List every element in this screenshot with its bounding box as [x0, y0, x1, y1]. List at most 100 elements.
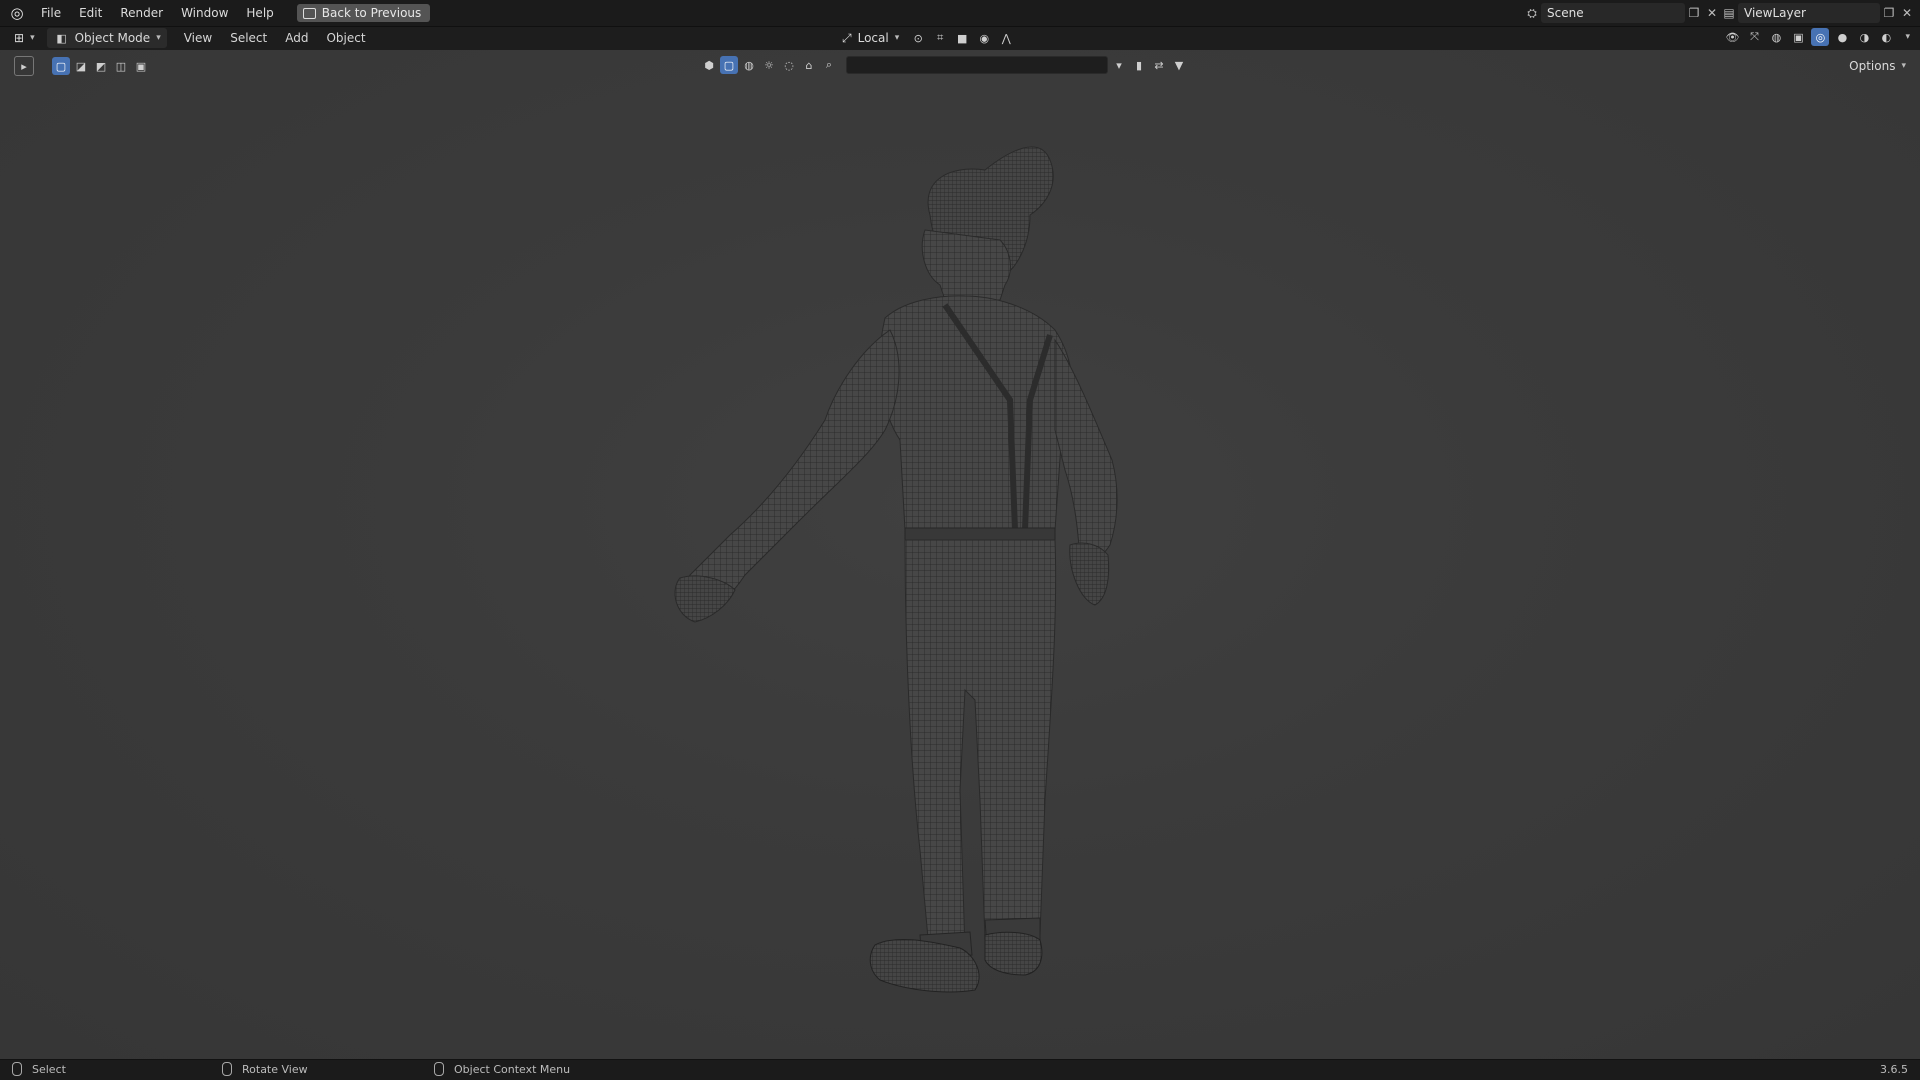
middle-mouse-icon [222, 1062, 232, 1076]
transform-controls: ⤢ Local ▾ ⊙ ⌗ ■ ◉ ⋀ [836, 28, 1015, 48]
solid-shading-icon[interactable]: ● [1833, 28, 1851, 46]
xray-icon[interactable]: ▣ [1789, 28, 1807, 46]
object-mode-label: Object Mode [74, 31, 151, 45]
options-label: Options [1849, 59, 1896, 73]
selection-mode-group: ▢ ◪ ◩ ◫ ▣ [52, 57, 150, 75]
object-filter-icon[interactable]: ⬢ [700, 56, 718, 74]
torso-mesh [879, 295, 1073, 531]
select-tool-icon[interactable]: ▸ [14, 56, 34, 76]
viewlayer-selector: ▤ ViewLayer ❐ ✕ [1720, 3, 1916, 23]
back-icon [302, 7, 316, 19]
falloff-icon[interactable]: ⋀ [997, 29, 1015, 47]
new-scene-icon[interactable]: ❐ [1685, 4, 1703, 22]
status-context-label: Object Context Menu [454, 1062, 571, 1076]
snap-target-icon[interactable]: ■ [953, 29, 971, 47]
options-dropdown[interactable]: Options ▾ [1843, 56, 1912, 76]
version-label: 3.6.5 [1880, 1063, 1908, 1076]
status-bar: Select Rotate View Object Context Menu 3… [0, 1059, 1920, 1080]
visibility-icon[interactable]: 👁 [1723, 28, 1741, 46]
status-context: Object Context Menu [434, 1062, 570, 1076]
search-options-icon[interactable]: ▾ [1110, 56, 1128, 74]
pivot-point-icon[interactable]: ⊙ [909, 29, 927, 47]
material-filter-icon[interactable]: ◍ [740, 56, 758, 74]
right-mouse-icon [434, 1062, 444, 1076]
bookmark-icon[interactable]: ▮ [1130, 56, 1148, 74]
left-arm-mesh [684, 329, 900, 616]
menu-view[interactable]: View [175, 31, 221, 45]
back-to-previous-label: Back to Previous [321, 6, 422, 20]
select-extend-icon[interactable]: ◪ [72, 57, 90, 75]
outliner-filter-bar: ⬢ ▢ ◍ ☼ ◌ ⌂ ⌕ ▾ ▮ ⇄ ▼ [700, 56, 1188, 74]
viewport-header: ⊞ ▾ ◧ Object Mode ▾ View Select Add Objec… [0, 27, 1920, 49]
head-mesh [921, 229, 1011, 301]
legs-mesh [904, 539, 1057, 961]
world-filter-icon[interactable]: ◌ [780, 56, 798, 74]
orientation-label: Local [857, 31, 889, 45]
scene-name-field[interactable]: Scene [1541, 3, 1685, 23]
filter-icon[interactable]: ▼ [1170, 56, 1188, 74]
blender-logo-icon[interactable]: ◎ [6, 2, 28, 24]
menu-select[interactable]: Select [221, 31, 276, 45]
tool-settings-bar: ▸ ▢ ◪ ◩ ◫ ▣ ⬢ ▢ ◍ ☼ ◌ ⌂ ⌕ ▾ ▮ ⇄ ▼ Option… [0, 53, 1920, 79]
light-filter-icon[interactable]: ☼ [760, 56, 778, 74]
orientation-icon: ⤢ [842, 30, 852, 45]
search-icon: ⌕ [825, 58, 833, 71]
chevron-down-icon: ▾ [1901, 61, 1906, 71]
delete-scene-icon[interactable]: ✕ [1703, 4, 1721, 22]
back-to-previous-button[interactable]: Back to Previous [296, 4, 431, 22]
menu-render[interactable]: Render [111, 0, 172, 26]
proportional-edit-icon[interactable]: ◉ [975, 29, 993, 47]
left-mouse-icon [12, 1062, 22, 1076]
viewport-shading-controls: 👁 ⤧ ◍ ▣ ◎ ● ◑ ◐ ▾ [1723, 28, 1910, 46]
viewlayer-browse-icon[interactable]: ▤ [1720, 4, 1738, 22]
select-invert-icon[interactable]: ◫ [112, 57, 130, 75]
menu-object[interactable]: Object [317, 31, 374, 45]
select-intersect-icon[interactable]: ▣ [132, 57, 150, 75]
menu-help[interactable]: Help [237, 0, 282, 26]
object-mode-dropdown[interactable]: ◧ Object Mode ▾ [46, 28, 167, 48]
right-shoe-mesh [984, 931, 1043, 976]
scene-name: Scene [1547, 6, 1584, 20]
material-shading-icon[interactable]: ◑ [1855, 28, 1873, 46]
right-arm-mesh [1054, 338, 1118, 563]
editor-type-button[interactable]: ⊞ ▾ [8, 28, 41, 48]
menu-edit[interactable]: Edit [70, 0, 111, 26]
select-new-icon[interactable]: ▢ [52, 57, 70, 75]
viewlayer-name-field[interactable]: ViewLayer [1738, 3, 1880, 23]
snap-icon[interactable]: ⌗ [931, 29, 949, 47]
menu-add[interactable]: Add [276, 31, 317, 45]
viewlayer-name: ViewLayer [1744, 6, 1806, 20]
overlay-icon[interactable]: ◍ [1767, 28, 1785, 46]
status-rotate-label: Rotate View [242, 1062, 308, 1076]
status-rotate: Rotate View [222, 1062, 308, 1076]
new-viewlayer-icon[interactable]: ❐ [1880, 4, 1898, 22]
chevron-down-icon: ▾ [894, 33, 900, 43]
main-menu: File Edit Render Window Help [32, 0, 283, 26]
delete-viewlayer-icon[interactable]: ✕ [1898, 4, 1916, 22]
scene-selector: ⛭ Scene ❐ ✕ [1523, 3, 1721, 23]
camera-filter-icon[interactable]: ⌂ [800, 56, 818, 74]
status-select-label: Select [32, 1062, 66, 1076]
character-wireframe[interactable] [0, 50, 1920, 1060]
search-input[interactable] [846, 56, 1108, 74]
select-subtract-icon[interactable]: ◩ [92, 57, 110, 75]
chevron-down-icon: ▾ [156, 33, 161, 43]
sort-icon[interactable]: ⇄ [1150, 56, 1168, 74]
chevron-down-icon[interactable]: ▾ [1905, 32, 1910, 42]
chevron-down-icon: ▾ [30, 33, 35, 43]
right-hand-mesh [1069, 542, 1110, 606]
3d-viewport[interactable] [0, 50, 1920, 1060]
editor-type-icon: ⊞ [14, 31, 25, 45]
menu-window[interactable]: Window [172, 0, 237, 26]
rendered-shading-icon[interactable]: ◐ [1877, 28, 1895, 46]
wireframe-shading-icon[interactable]: ◎ [1811, 28, 1830, 46]
top-bar: ◎ File Edit Render Window Help Back to P… [0, 0, 1920, 27]
header-menus: View Select Add Object [175, 31, 375, 45]
menu-file[interactable]: File [32, 0, 70, 26]
orientation-dropdown[interactable]: ⤢ Local ▾ [836, 28, 905, 48]
gizmo-icon[interactable]: ⤧ [1745, 28, 1763, 46]
scene-browse-icon[interactable]: ⛭ [1523, 4, 1541, 22]
object-mode-icon: ◧ [56, 31, 67, 45]
mesh-filter-icon[interactable]: ▢ [720, 56, 738, 74]
status-select: Select [12, 1062, 66, 1076]
